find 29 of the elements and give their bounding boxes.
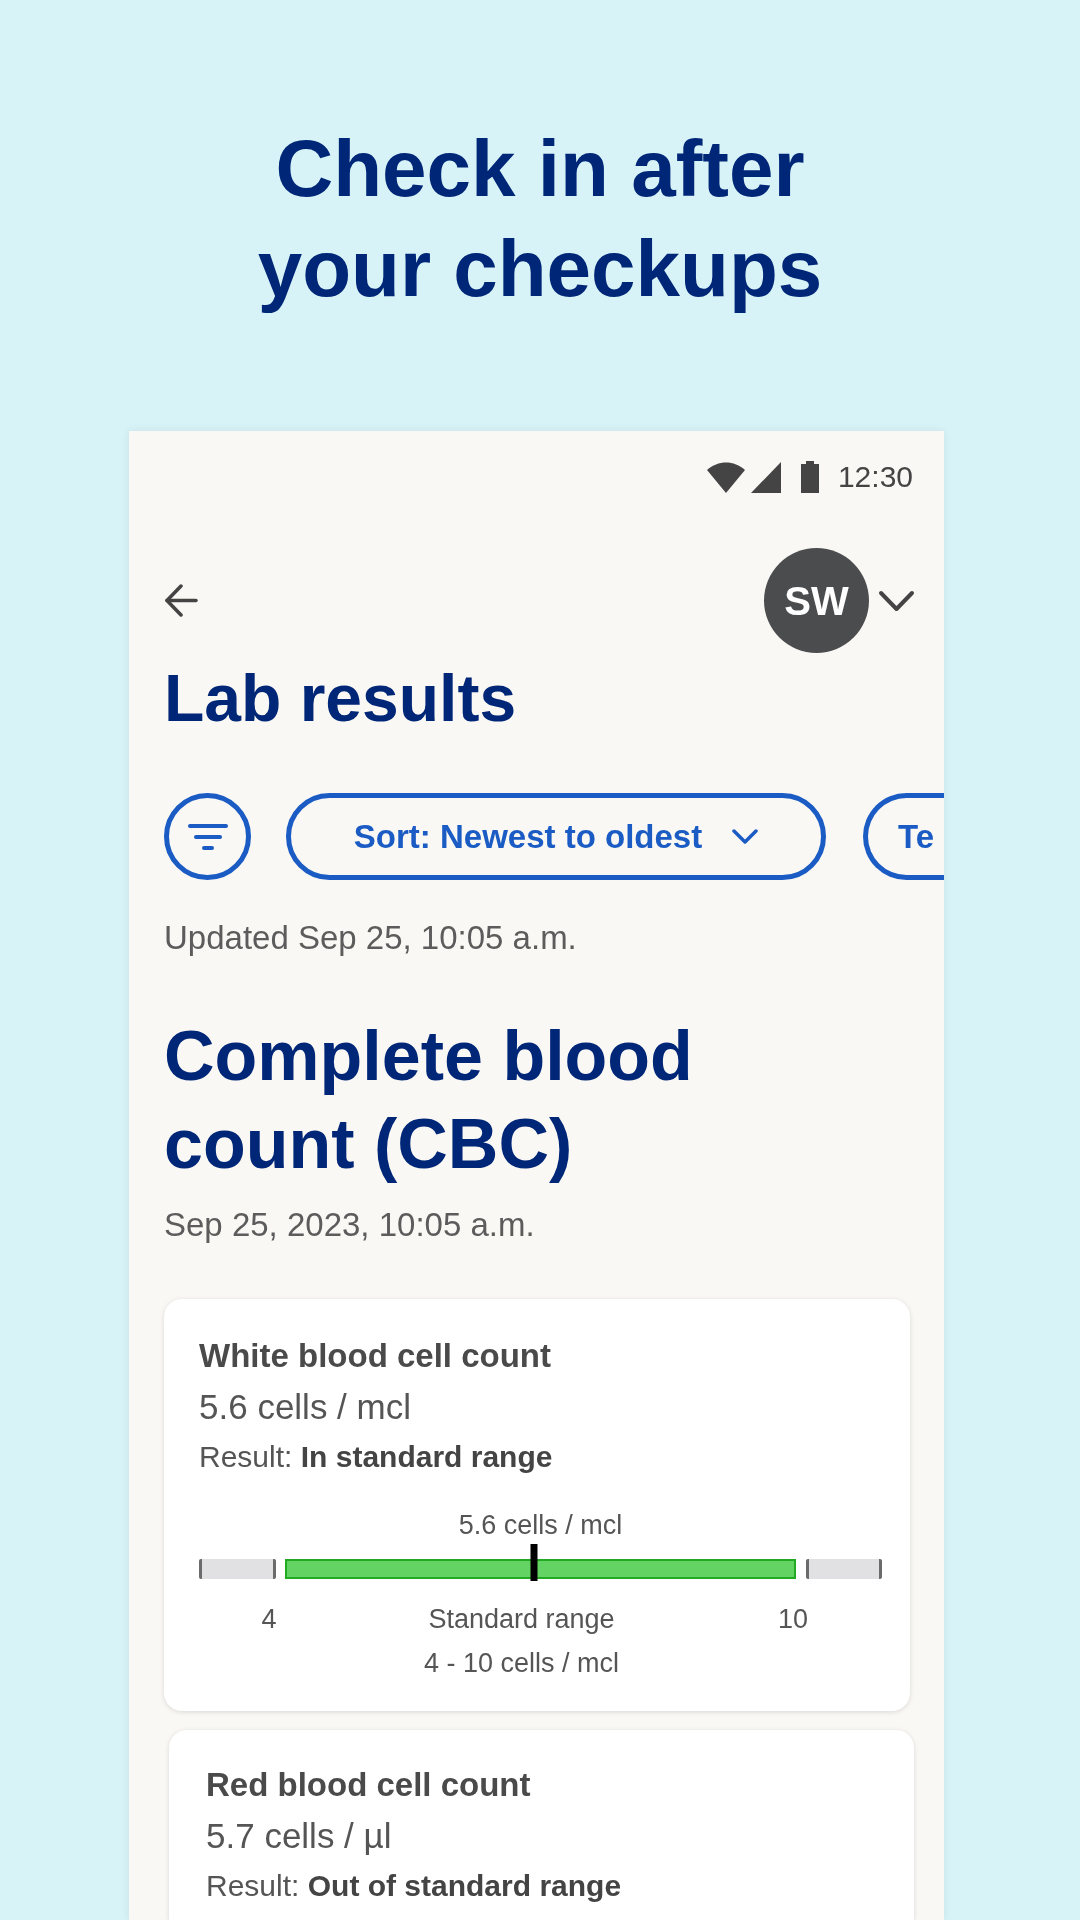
range-low-label: 4	[260, 1603, 278, 1635]
result-name: White blood cell count	[199, 1337, 552, 1375]
page-title: Lab results	[163, 660, 518, 736]
section-title: Complete blood count (CBC)	[164, 1016, 694, 1185]
avatar[interactable]: SW	[764, 548, 869, 653]
filter-chip[interactable]: Te	[863, 793, 944, 880]
wifi-icon	[706, 462, 745, 493]
range-high-label: 10	[776, 1603, 809, 1635]
result-reading: 5.6 cells / mcl	[457, 1509, 624, 1541]
filter-button[interactable]	[164, 793, 251, 880]
result-name: Red blood cell count	[206, 1766, 532, 1804]
battery-icon	[800, 461, 819, 493]
result-value: 5.7 cells / µl	[206, 1815, 393, 1857]
status-time: 12:30	[837, 459, 913, 495]
result-text: Result: Out of standard range	[206, 1868, 623, 1904]
filter-icon	[187, 822, 228, 851]
result-card[interactable]: White blood cell count 5.6 cells / mcl Result: In standard range 5.6 cells / mcl 4 Standard range 10 4 - 10 cells / mcl	[164, 1299, 910, 1711]
range-span: 4 - 10 cells / mcl	[422, 1647, 621, 1679]
result-value: 5.6 cells / mcl	[199, 1386, 412, 1428]
section-date: Sep 25, 2023, 10:05 a.m.	[163, 1205, 536, 1245]
headline: Check in after your checkups	[256, 123, 824, 315]
signal-icon	[750, 462, 781, 493]
range-label: Standard range	[427, 1603, 616, 1635]
result-text: Result: In standard range	[199, 1439, 554, 1475]
chevron-down-icon	[732, 829, 759, 844]
updated-text: Updated Sep 25, 10:05 a.m.	[163, 918, 578, 958]
chevron-down-icon[interactable]	[878, 589, 915, 612]
sort-dropdown[interactable]: Sort: Newest to oldest	[286, 793, 826, 880]
result-card[interactable]: Red blood cell count 5.7 cells / µl Result: Out of standard range	[169, 1730, 914, 1920]
